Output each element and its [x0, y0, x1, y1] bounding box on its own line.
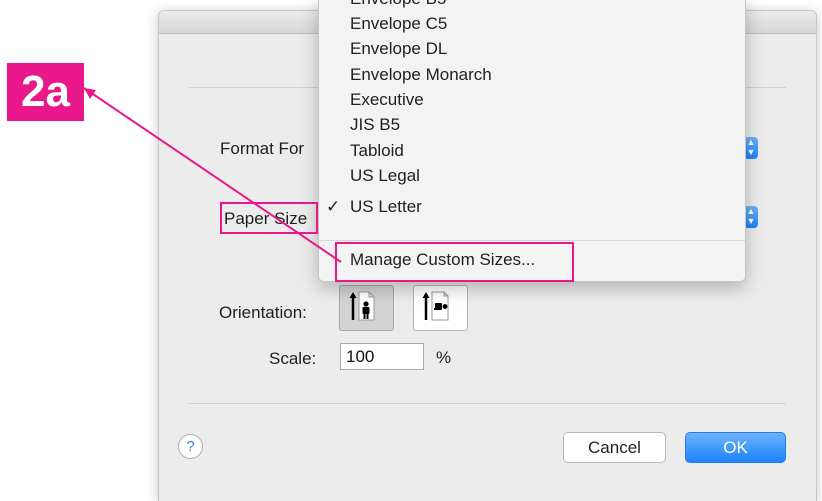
annotation-arrow: [83, 87, 342, 263]
